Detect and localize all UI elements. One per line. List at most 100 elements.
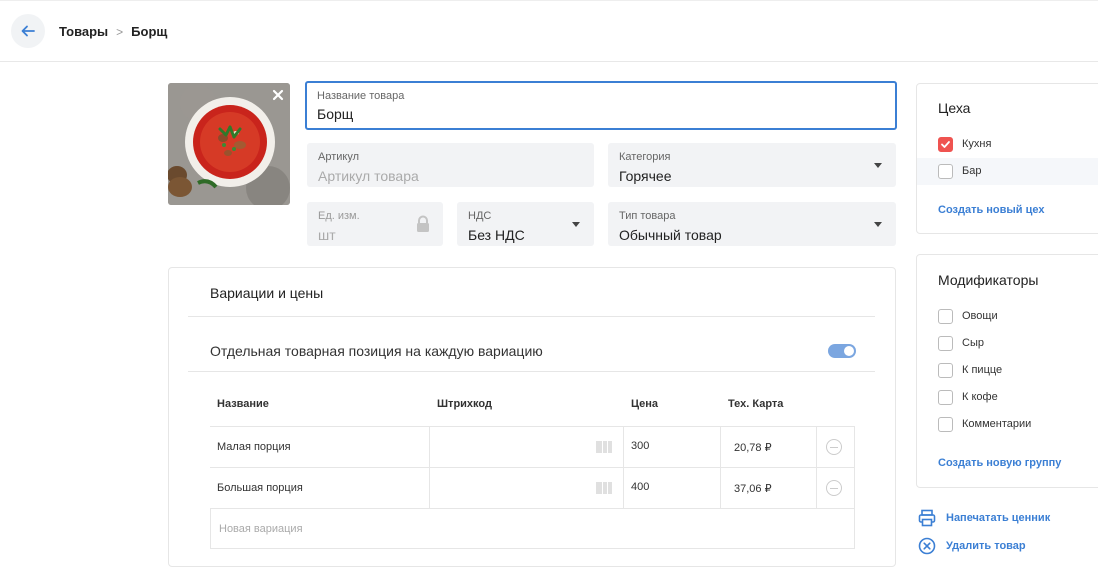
unit-field: Ед. изм. шт [307,202,443,246]
divider [188,316,875,317]
new-variation-placeholder: Новая вариация [219,523,303,535]
chevron-down-icon [874,222,882,227]
checkbox-kitchen[interactable] [938,137,953,152]
remove-photo-button[interactable] [270,87,286,103]
breadcrumb: Товары > Борщ [59,24,167,39]
delete-product-button[interactable]: Удалить товар [918,537,1026,555]
modifier-label: Комментарии [962,418,1032,430]
modifier-label: Овощи [962,310,998,322]
sku-label: Артикул [318,151,360,163]
variation-name[interactable]: Большая порция [217,482,303,494]
modifier-item[interactable]: К кофе [917,384,1098,411]
tech-card-link[interactable]: 37,06 ₽ [734,482,772,495]
column-header-name: Название [217,398,269,410]
checkbox-modifier[interactable] [938,417,953,432]
vat-label: НДС [468,210,492,222]
close-circle-icon [918,537,936,555]
workshops-title: Цеха [938,100,971,116]
breadcrumb-parent[interactable]: Товары [59,24,108,39]
modifier-label: К кофе [962,391,998,403]
unit-label: Ед. изм. [318,210,360,222]
arrow-left-icon [21,25,35,37]
category-select[interactable]: Категория Горячее [608,143,896,187]
modifier-item[interactable]: Комментарии [917,411,1098,438]
create-workshop-link[interactable]: Создать новый цех [938,204,1044,216]
divider [623,468,624,508]
checkbox-modifier[interactable] [938,309,953,324]
chevron-down-icon [874,163,882,168]
close-icon [272,89,284,101]
table-row: Большая порция 400 37,06 ₽ [210,467,855,508]
divider [720,468,721,508]
workshop-label: Бар [962,165,982,177]
divider [816,427,817,467]
remove-variation-button[interactable] [826,439,842,455]
vat-value: Без НДС [468,227,525,243]
check-icon [941,141,950,148]
breadcrumb-separator: > [116,24,124,39]
remove-variation-button[interactable] [826,480,842,496]
product-type-value: Обычный товар [619,227,722,243]
modifier-item[interactable]: Сыр [917,330,1098,357]
tech-card-link[interactable]: 20,78 ₽ [734,441,772,454]
modifiers-title: Модификаторы [938,272,1039,288]
name-label: Название товара [317,90,405,102]
print-price-tag-label: Напечатать ценник [946,512,1051,524]
printer-icon [918,509,936,527]
price-input[interactable]: 400 [631,481,649,493]
delete-product-label: Удалить товар [946,540,1026,552]
lock-icon [417,215,429,232]
category-label: Категория [619,151,671,163]
name-field[interactable]: Название товара Борщ [305,81,897,130]
column-header-barcode: Штрихкод [437,398,492,410]
checkbox-modifier[interactable] [938,363,953,378]
workshop-item-bar[interactable]: Бар [917,158,1098,185]
checkbox-modifier[interactable] [938,390,953,405]
modifier-label: К пицце [962,364,1003,376]
variations-card: Вариации и цены Отдельная товарная позиц… [168,267,896,567]
barcode-input[interactable] [430,427,623,467]
modifier-item[interactable]: К пицце [917,357,1098,384]
top-bar: Товары > Борщ [0,0,1098,62]
price-input[interactable]: 300 [631,440,649,452]
separate-position-toggle[interactable] [828,344,856,358]
create-modifier-group-link[interactable]: Создать новую группу [938,457,1061,469]
divider [623,427,624,467]
workshops-card: Цеха Кухня Бар Создать новый цех [916,83,1098,234]
breadcrumb-current: Борщ [131,24,168,39]
vat-select[interactable]: НДС Без НДС [457,202,594,246]
table-row: Малая порция 300 20,78 ₽ [210,426,855,467]
separate-position-label: Отдельная товарная позиция на каждую вар… [210,343,543,359]
chevron-down-icon [572,222,580,227]
workshop-label: Кухня [962,138,992,150]
divider [188,371,875,372]
modifier-item[interactable]: Овощи [917,303,1098,330]
modifiers-card: Модификаторы Овощи Сыр К пицце К кофе Ко… [916,254,1098,488]
print-price-tag-button[interactable]: Напечатать ценник [918,509,1050,527]
divider [854,427,855,467]
product-type-select[interactable]: Тип товара Обычный товар [608,202,896,246]
divider [854,468,855,508]
new-variation-input[interactable]: Новая вариация [210,508,855,549]
barcode-icon [596,441,612,453]
sku-field[interactable]: Артикул Артикул товара [307,143,594,187]
variation-name[interactable]: Малая порция [217,441,291,453]
back-button[interactable] [11,14,45,48]
variations-title: Вариации и цены [210,285,324,301]
divider [816,468,817,508]
modifier-label: Сыр [962,337,984,349]
barcode-icon [596,482,612,494]
product-photo[interactable] [168,83,290,205]
checkbox-modifier[interactable] [938,336,953,351]
column-header-price: Цена [631,398,659,410]
column-header-tech-card: Тех. Карта [728,398,784,410]
name-value: Борщ [317,106,354,122]
sku-placeholder: Артикул товара [318,168,419,184]
barcode-input[interactable] [430,468,623,508]
category-value: Горячее [619,168,672,184]
product-type-label: Тип товара [619,210,676,222]
workshop-item-kitchen[interactable]: Кухня [917,131,1098,158]
checkbox-bar[interactable] [938,164,953,179]
toggle-knob [844,346,854,356]
unit-value: шт [318,227,336,243]
